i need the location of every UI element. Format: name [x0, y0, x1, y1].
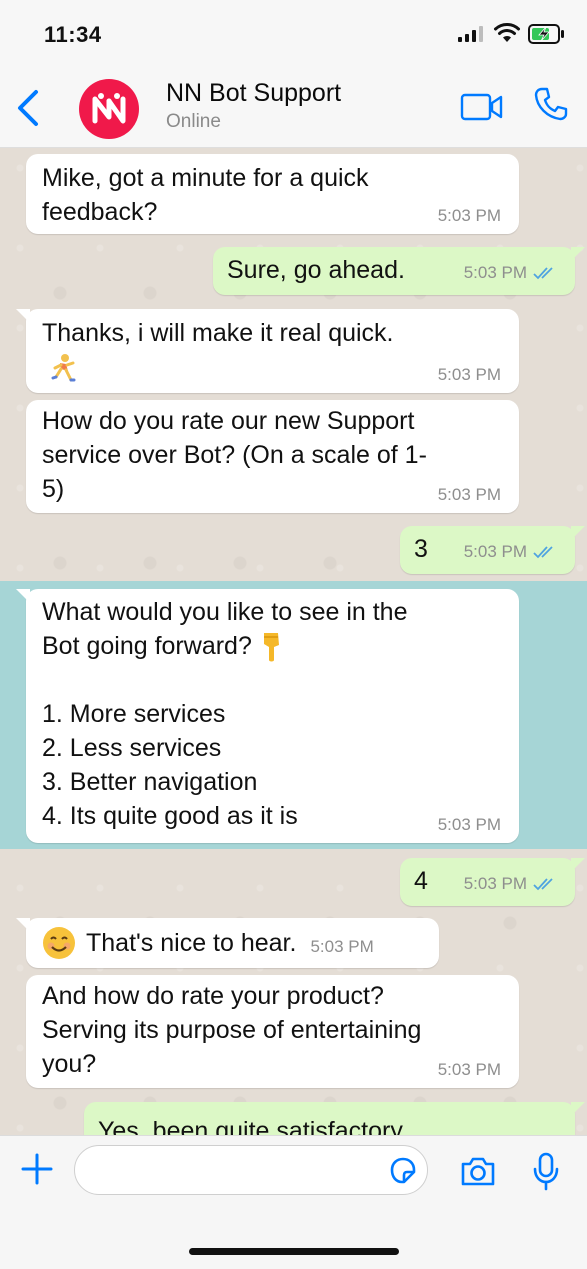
- video-call-icon[interactable]: [460, 90, 504, 124]
- bubble-tail: [571, 1102, 585, 1116]
- bubble-tail: [16, 309, 30, 323]
- message-timestamp: 5:03 PM: [438, 485, 501, 505]
- camera-icon[interactable]: [459, 1154, 497, 1188]
- message-bubble-incoming[interactable]: That's nice to hear. 5:03 PM: [16, 918, 439, 968]
- status-time: 11:34: [44, 22, 102, 47]
- message-timestamp: 5:03 PM: [464, 874, 557, 894]
- message-timestamp: 5:03 PM: [310, 937, 373, 957]
- bubble-tail: [571, 526, 585, 540]
- chat-area[interactable]: Mike, got a minute for a quick feedback?…: [0, 148, 587, 1135]
- timestamp-text: 5:03 PM: [437, 1060, 501, 1079]
- message-text: How do you rate our new Support service …: [42, 407, 427, 503]
- message-bubble-incoming[interactable]: Thanks, i will make it real quick. 5:03 …: [16, 309, 519, 393]
- message-bubble-incoming[interactable]: Mike, got a minute for a quick feedback?…: [26, 154, 519, 234]
- message-text: What would you like to see in the Bot go…: [42, 595, 503, 663]
- double-check-read-icon: [533, 878, 553, 891]
- message-bubble-incoming[interactable]: How do you rate our new Support service …: [26, 400, 519, 513]
- message-text: And how do rate your product? Serving it…: [42, 982, 422, 1078]
- options-list: 1. More services 2. Less services 3. Bet…: [42, 700, 298, 831]
- message-bubble-outgoing[interactable]: 4 5:03 PM: [400, 858, 585, 906]
- message-timestamp: 5:03 PM: [438, 206, 501, 226]
- message-timestamp: 5:03 PM: [464, 542, 557, 562]
- message-timestamp: 5:03 PM: [438, 815, 501, 835]
- contact-status: Online: [166, 111, 221, 132]
- message-bubble-incoming[interactable]: What would you like to see in the Bot go…: [16, 589, 519, 843]
- wifi-icon: [494, 23, 520, 42]
- message-text: Mike, got a minute for a quick feedback?: [42, 164, 369, 226]
- double-check-read-icon: [533, 267, 553, 280]
- message-bubble-outgoing[interactable]: Yes, been quite satisfactory.: [84, 1102, 585, 1135]
- timestamp-text: 5:03 PM: [437, 815, 501, 834]
- contact-name[interactable]: NN Bot Support: [166, 79, 341, 108]
- plus-icon[interactable]: [20, 1152, 54, 1186]
- avatar[interactable]: [79, 79, 139, 139]
- backhand-index-pointing-down-emoji-icon: [263, 633, 279, 662]
- message-text: Thanks, i will make it real quick.: [42, 316, 503, 384]
- message-text: That's nice to hear.: [86, 929, 297, 957]
- bubble-tail: [16, 918, 30, 932]
- message-timestamp: 5:03 PM: [438, 1060, 501, 1080]
- message-timestamp: 5:03 PM: [464, 263, 557, 283]
- timestamp-text: 5:03 PM: [463, 263, 527, 282]
- timestamp-text: 5:03 PM: [437, 206, 501, 225]
- message-bubble-outgoing[interactable]: Sure, go ahead. 5:03 PM: [213, 247, 585, 295]
- bubble-tail: [16, 589, 30, 603]
- battery-charging-icon: [528, 24, 564, 44]
- message-input[interactable]: [74, 1145, 428, 1195]
- smiling-face-emoji-icon: [43, 927, 75, 959]
- timestamp-text: 5:03 PM: [437, 365, 501, 384]
- bubble-tail: [571, 858, 585, 872]
- timestamp-text: 5:03 PM: [463, 874, 527, 893]
- timestamp-text: 5:03 PM: [310, 937, 374, 956]
- timestamp-text: 5:03 PM: [437, 485, 501, 504]
- status-bar: 11:34: [0, 0, 587, 68]
- back-button[interactable]: [12, 88, 46, 128]
- message-timestamp: 5:03 PM: [438, 365, 501, 385]
- message-bubble-incoming[interactable]: And how do rate your product? Serving it…: [26, 975, 519, 1088]
- message-text-content: What would you like to see in the Bot go…: [42, 598, 408, 660]
- nn-logo-icon: [92, 93, 126, 124]
- chat-header: NN Bot Support Online: [0, 68, 587, 148]
- message-text: Yes, been quite satisfactory.: [98, 1117, 408, 1135]
- message-input-bar: [0, 1135, 587, 1269]
- home-indicator: [189, 1248, 399, 1255]
- message-text-content: Thanks, i will make it real quick.: [42, 319, 394, 347]
- bubble-tail: [571, 247, 585, 261]
- timestamp-text: 5:03 PM: [463, 542, 527, 561]
- phone-call-icon[interactable]: [533, 86, 569, 122]
- microphone-icon[interactable]: [533, 1151, 559, 1191]
- sticker-icon[interactable]: [388, 1156, 418, 1186]
- double-check-read-icon: [533, 546, 553, 559]
- person-running-emoji-icon: [51, 354, 76, 382]
- message-bubble-outgoing[interactable]: 3 5:03 PM: [400, 526, 585, 574]
- cellular-signal-icon: [458, 26, 483, 42]
